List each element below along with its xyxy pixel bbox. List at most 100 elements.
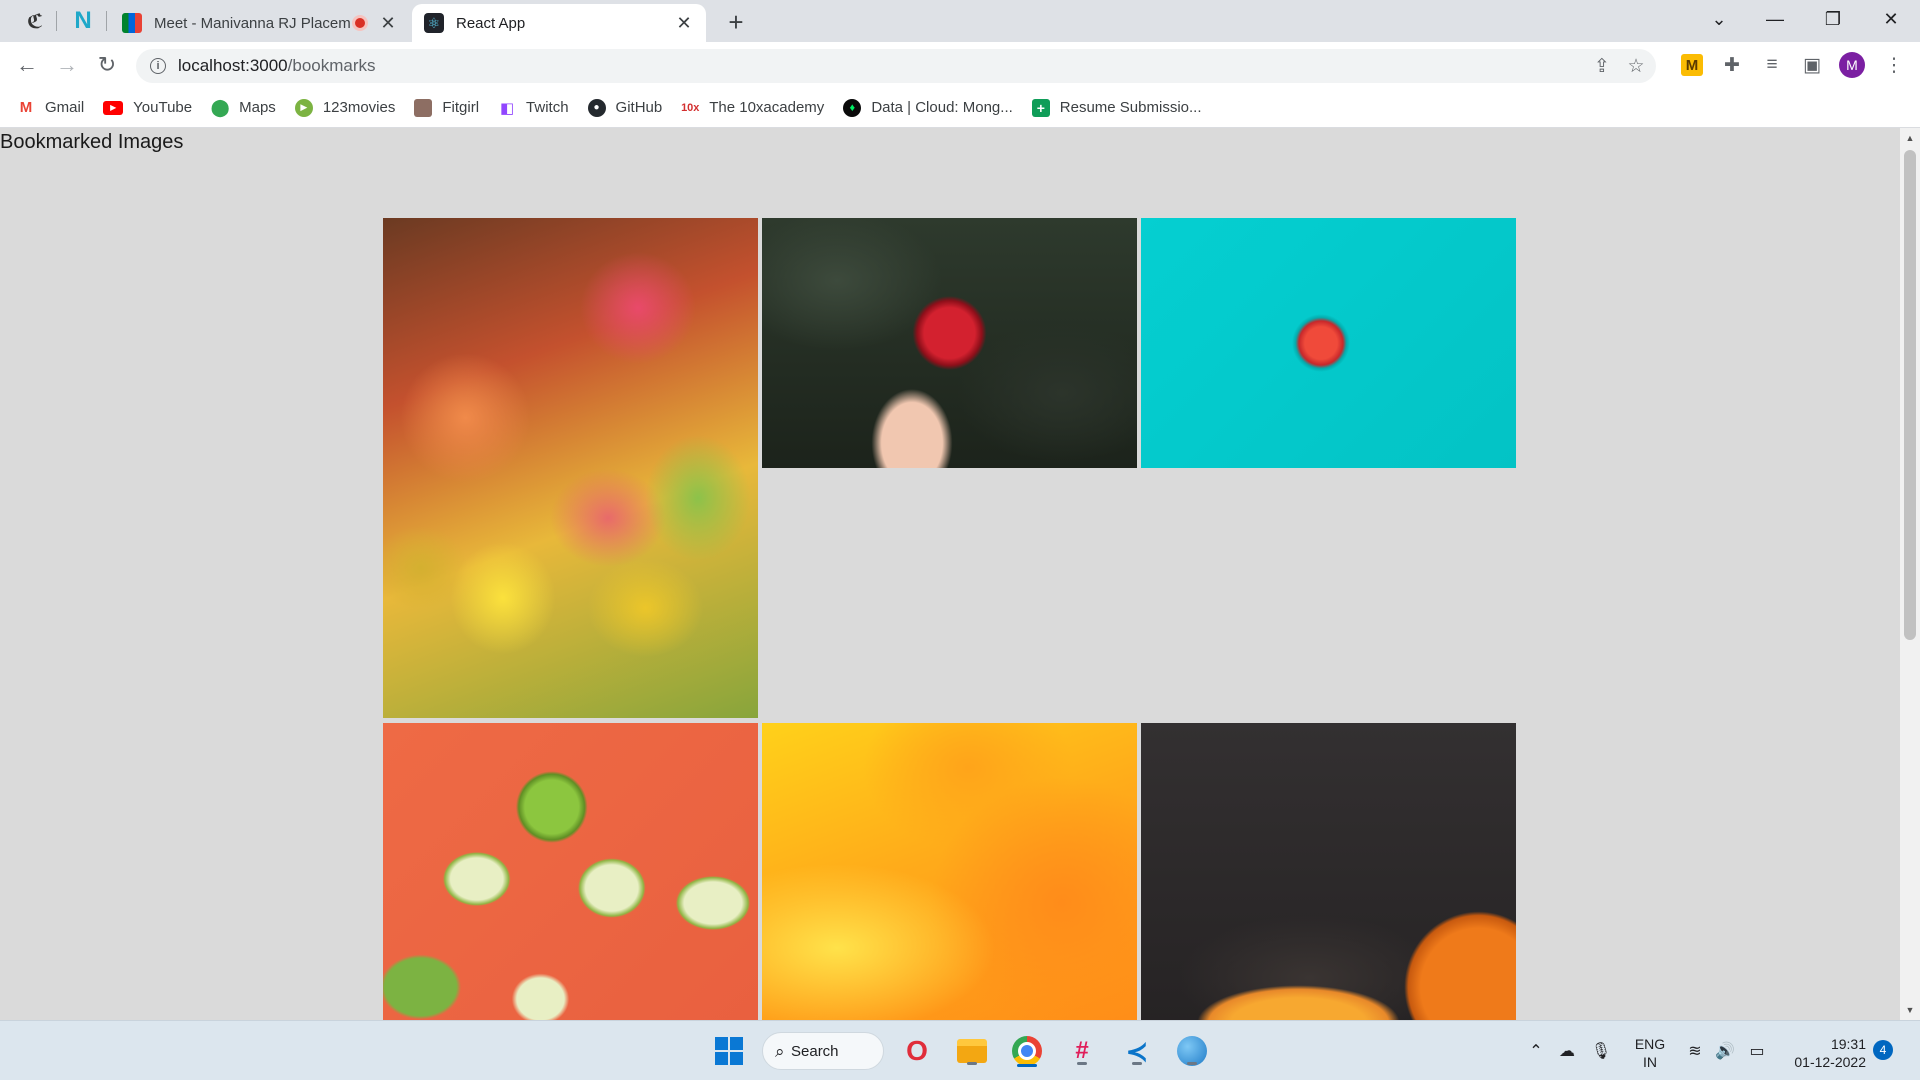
fitgirl-icon xyxy=(414,98,433,117)
bookmark-maps[interactable]: ⬤ Maps xyxy=(210,97,276,117)
wifi-icon[interactable]: ≋ xyxy=(1684,1021,1706,1080)
bookmarked-image-orange-fluid[interactable] xyxy=(762,723,1137,1020)
maps-icon: ⬤ xyxy=(210,97,230,117)
tab-meet[interactable]: Meet - Manivanna RJ Placem ✕ xyxy=(110,4,410,42)
bookmark-gmail[interactable]: M Gmail xyxy=(17,99,84,117)
menu-kebab-icon[interactable]: ⋮ xyxy=(1880,51,1908,79)
bookmarked-image-apple-teal[interactable] xyxy=(1141,218,1516,468)
bookmarked-image-orange-dark[interactable] xyxy=(1141,723,1516,1020)
bookmark-resume[interactable]: + Resume Submissio... xyxy=(1031,98,1202,117)
forward-button[interactable]: → xyxy=(53,51,81,79)
bookmark-star-icon[interactable]: ☆ xyxy=(1624,54,1648,78)
reload-button[interactable]: ↻ xyxy=(93,51,121,79)
tab-title: Meet - Manivanna RJ Placem xyxy=(154,14,351,32)
folder-icon xyxy=(957,1039,987,1063)
restore-button[interactable]: ❐ xyxy=(1810,0,1856,38)
recording-indicator-icon xyxy=(352,15,368,31)
close-tab-icon[interactable]: ✕ xyxy=(674,13,694,33)
bookmark-label: Data | Cloud: Mong... xyxy=(871,99,1013,116)
vscode-app[interactable]: ≺ xyxy=(1119,1033,1155,1069)
tab-search-button[interactable]: ⌄ xyxy=(1696,0,1742,38)
bookmarks-bar: M Gmail ▶ YouTube ⬤ Maps ▶ 123movies Fit… xyxy=(0,88,1920,128)
network-app[interactable] xyxy=(1174,1033,1210,1069)
bookmarked-image-apple-in-hand[interactable] xyxy=(762,218,1137,468)
bookmark-label: Gmail xyxy=(45,99,85,116)
share-icon[interactable]: ⇪ xyxy=(1590,54,1614,78)
file-explorer-app[interactable] xyxy=(954,1033,990,1069)
bookmark-label: Maps xyxy=(239,99,276,116)
side-panel-icon[interactable]: ▣ xyxy=(1798,51,1826,79)
close-tab-icon[interactable]: ✕ xyxy=(378,13,398,33)
url-host: localhost:3000 xyxy=(178,56,288,75)
extensions-puzzle-icon[interactable]: ✚ xyxy=(1718,51,1746,79)
bookmark-youtube[interactable]: ▶ YouTube xyxy=(103,99,192,116)
pinned-tab-notion[interactable]: N xyxy=(63,5,103,37)
bookmark-fitgirl[interactable]: Fitgirl xyxy=(414,98,480,117)
tab-react-app[interactable]: ⚛ React App ✕ xyxy=(412,4,706,42)
scroll-down-arrow-icon[interactable]: ▼ xyxy=(1900,1002,1920,1018)
bookmark-label: The 10xacademy xyxy=(709,99,825,116)
tab-separator xyxy=(56,11,57,31)
pinned-tab-1[interactable]: ℭ xyxy=(15,5,55,37)
back-button[interactable]: ← xyxy=(13,51,41,79)
slack-icon: # xyxy=(1075,1037,1089,1064)
extension-m-icon[interactable]: M xyxy=(1681,54,1703,76)
bookmark-label: Twitch xyxy=(526,99,569,116)
bookmark-label: Fitgirl xyxy=(442,99,480,116)
bookmark-twitch[interactable]: ◧ Twitch xyxy=(498,99,569,117)
clock[interactable]: 19:31 01-12-2022 xyxy=(1776,1035,1866,1071)
bookmarked-image-green-apples[interactable] xyxy=(383,723,758,1020)
microphone-icon[interactable]: 🎙 xyxy=(1591,1021,1611,1080)
bookmark-mongodb[interactable]: ♦ Data | Cloud: Mong... xyxy=(843,98,1013,117)
address-bar[interactable]: i localhost:3000/bookmarks ⇪ ☆ xyxy=(136,49,1656,83)
running-indicator xyxy=(1132,1062,1142,1065)
slack-app[interactable]: # xyxy=(1064,1033,1100,1069)
tab-separator xyxy=(106,11,107,31)
url-path: /bookmarks xyxy=(287,56,376,75)
site-info-icon[interactable]: i xyxy=(150,58,166,74)
show-hidden-icons-chevron-icon[interactable]: ⌃ xyxy=(1526,1021,1546,1080)
youtube-icon: ▶ xyxy=(103,100,124,115)
page-scrollbar[interactable]: ▲ ▼ xyxy=(1900,128,1920,1020)
media-control-icon[interactable]: ≡ xyxy=(1758,51,1786,79)
windows-logo-icon xyxy=(715,1037,743,1065)
scroll-up-arrow-icon[interactable]: ▲ xyxy=(1900,130,1920,146)
onedrive-cloud-icon[interactable]: ☁ xyxy=(1554,1021,1580,1080)
play-icon: ▶ xyxy=(294,98,313,117)
windows-taskbar: ⌕ Search O # ≺ ⌃ ☁ 🎙 ENG IN ≋ 🔊 ▭ 19:31 … xyxy=(0,1020,1920,1080)
chrome-app[interactable] xyxy=(1009,1033,1045,1069)
browser-toolbar: ← → ↻ i localhost:3000/bookmarks ⇪ ☆ M ✚… xyxy=(0,42,1920,88)
google-meet-icon xyxy=(122,13,142,33)
scrollbar-thumb[interactable] xyxy=(1904,150,1916,640)
bookmark-10xacademy[interactable]: 10x The 10xacademy xyxy=(681,99,824,117)
bookmarked-image-mangoes[interactable] xyxy=(383,218,758,718)
bookmark-label: Resume Submissio... xyxy=(1059,99,1202,116)
language-indicator[interactable]: ENG IN xyxy=(1630,1035,1670,1071)
github-icon: ● xyxy=(587,98,606,117)
bookmark-label: GitHub xyxy=(615,99,663,116)
bookmark-label: 123movies xyxy=(322,99,396,116)
notification-badge[interactable]: 4 xyxy=(1873,1040,1893,1060)
bookmark-label: YouTube xyxy=(133,99,193,116)
taskbar-search[interactable]: ⌕ Search xyxy=(762,1032,884,1070)
new-tab-button[interactable]: + xyxy=(722,7,750,37)
volume-icon[interactable]: 🔊 xyxy=(1714,1021,1736,1080)
profile-avatar[interactable]: M xyxy=(1839,52,1865,78)
opera-icon: O xyxy=(906,1035,928,1066)
language-region: IN xyxy=(1643,1054,1657,1070)
close-window-button[interactable]: ✕ xyxy=(1868,0,1914,38)
tab-strip: ℭ N Meet - Manivanna RJ Placem ✕ ⚛ React… xyxy=(0,0,1920,42)
battery-icon[interactable]: ▭ xyxy=(1744,1021,1770,1080)
start-button[interactable] xyxy=(711,1033,747,1069)
react-icon: ⚛ xyxy=(424,13,444,33)
search-label: Search xyxy=(791,1042,839,1060)
page-content: Bookmarked Images xyxy=(0,128,1900,1020)
mongodb-icon: ♦ xyxy=(843,98,862,117)
bookmark-github[interactable]: ● GitHub xyxy=(587,98,663,117)
clock-date: 01-12-2022 xyxy=(1794,1054,1866,1070)
sheets-icon: + xyxy=(1031,98,1050,117)
minimize-button[interactable]: — xyxy=(1752,0,1798,38)
bookmark-123movies[interactable]: ▶ 123movies xyxy=(294,98,396,117)
url-text[interactable]: localhost:3000/bookmarks xyxy=(178,56,376,76)
opera-app[interactable]: O xyxy=(899,1033,935,1069)
